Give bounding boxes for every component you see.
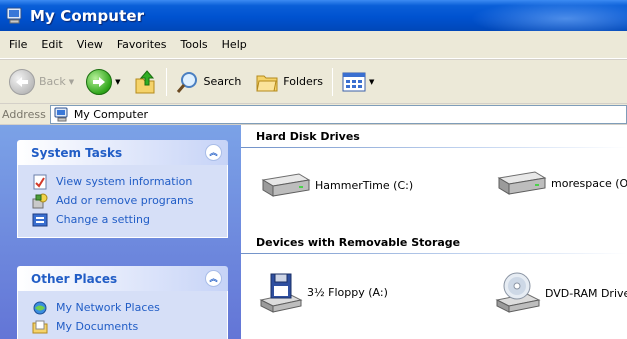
views-dropdown-icon[interactable]: ▼ — [369, 78, 374, 86]
menu-view[interactable]: View — [70, 35, 110, 54]
group-divider — [241, 253, 627, 254]
system-tasks-header[interactable]: System Tasks ︽ — [17, 140, 228, 165]
drive-o[interactable]: morespace (O: — [495, 168, 627, 198]
hard-disk-drives-heading: Hard Disk Drives — [256, 130, 360, 143]
group-divider — [241, 147, 627, 148]
place-my-documents[interactable]: My Documents — [32, 317, 227, 336]
content-area: Hard Disk Drives HammerTime (C:) morespa… — [241, 125, 627, 339]
system-tasks-box: System Tasks ︽ View system information A… — [17, 140, 228, 238]
menu-tools[interactable]: Tools — [174, 35, 215, 54]
menu-edit[interactable]: Edit — [34, 35, 69, 54]
folders-button[interactable]: Folders — [252, 67, 326, 97]
task-change-setting[interactable]: Change a setting — [32, 210, 227, 229]
control-panel-icon — [32, 213, 48, 226]
address-value: My Computer — [73, 107, 148, 121]
drive-floppy-a[interactable]: 3½ Floppy (A:) — [259, 270, 388, 314]
address-field[interactable]: My Computer — [49, 104, 627, 124]
drive-c[interactable]: HammerTime (C:) — [259, 170, 413, 200]
menu-file[interactable]: File — [2, 35, 34, 54]
drive-label: 3½ Floppy (A:) — [307, 285, 388, 299]
task-label: Add or remove programs — [56, 194, 194, 207]
place-label: My Documents — [56, 320, 139, 333]
task-view-system-info[interactable]: View system information — [32, 172, 227, 191]
task-label: Change a setting — [56, 213, 150, 226]
collapse-chevron-icon[interactable]: ︽ — [205, 270, 222, 287]
search-icon — [176, 71, 197, 93]
hard-drive-icon — [497, 171, 547, 195]
my-computer-icon — [6, 7, 22, 23]
my-computer-icon — [54, 107, 68, 121]
system-tasks-list: View system information Add or remove pr… — [17, 165, 228, 238]
forward-dropdown-icon[interactable]: ▼ — [115, 78, 120, 86]
up-folder-icon — [135, 69, 154, 93]
removable-storage-heading: Devices with Removable Storage — [256, 236, 461, 249]
place-my-network-places[interactable]: My Network Places — [32, 298, 227, 317]
other-places-title: Other Places — [31, 271, 118, 286]
forward-button[interactable]: ▼ — [83, 67, 123, 97]
up-folder-button[interactable] — [130, 67, 160, 97]
title-bar-glare — [470, 0, 627, 31]
search-button-label: Search — [203, 75, 242, 88]
task-add-remove-programs[interactable]: Add or remove programs — [32, 191, 227, 210]
address-bar: Address My Computer — [0, 103, 627, 125]
folders-icon — [256, 75, 278, 91]
place-label: My Network Places — [56, 301, 160, 314]
search-button[interactable]: Search — [173, 67, 245, 97]
network-places-icon — [33, 301, 47, 314]
hard-drive-icon — [261, 173, 311, 197]
menu-help[interactable]: Help — [215, 35, 254, 54]
toolbar-separator — [165, 67, 167, 96]
task-pane: System Tasks ︽ View system information A… — [0, 125, 241, 339]
my-documents-icon — [32, 320, 48, 333]
other-places-list: My Network Places My Documents — [17, 291, 228, 339]
task-label: View system information — [56, 175, 193, 188]
back-dropdown-icon[interactable]: ▼ — [69, 78, 74, 86]
dvd-drive-icon — [495, 272, 541, 313]
drive-dvd-ram[interactable]: DVD-RAM Drive — [495, 272, 627, 314]
system-info-icon — [33, 174, 47, 189]
back-button-label: Back — [39, 75, 66, 88]
toolbar: Back ▼ ▼ Search Folders ▼ — [0, 59, 627, 103]
back-button[interactable]: Back ▼ — [6, 67, 77, 97]
system-tasks-title: System Tasks — [31, 145, 123, 160]
title-bar[interactable]: My Computer — [0, 0, 627, 31]
drive-label: DVD-RAM Drive — [545, 286, 627, 300]
drive-label: morespace (O: — [551, 176, 627, 190]
views-icon — [342, 72, 366, 91]
menu-bar: File Edit View Favorites Tools Help — [0, 31, 627, 59]
menu-favorites[interactable]: Favorites — [110, 35, 174, 54]
address-label: Address — [2, 107, 46, 121]
back-arrow-icon — [9, 68, 35, 95]
add-remove-programs-icon — [32, 193, 48, 208]
folders-button-label: Folders — [283, 75, 324, 88]
other-places-box: Other Places ︽ My Network Places My Docu… — [17, 266, 228, 339]
floppy-drive-icon — [259, 273, 303, 313]
drive-label: HammerTime (C:) — [315, 178, 414, 192]
forward-arrow-icon — [86, 68, 113, 95]
other-places-header[interactable]: Other Places ︽ — [17, 266, 228, 291]
collapse-chevron-icon[interactable]: ︽ — [205, 144, 222, 161]
window-title: My Computer — [30, 6, 145, 25]
toolbar-separator — [332, 67, 334, 96]
views-button[interactable]: ▼ — [339, 67, 377, 97]
